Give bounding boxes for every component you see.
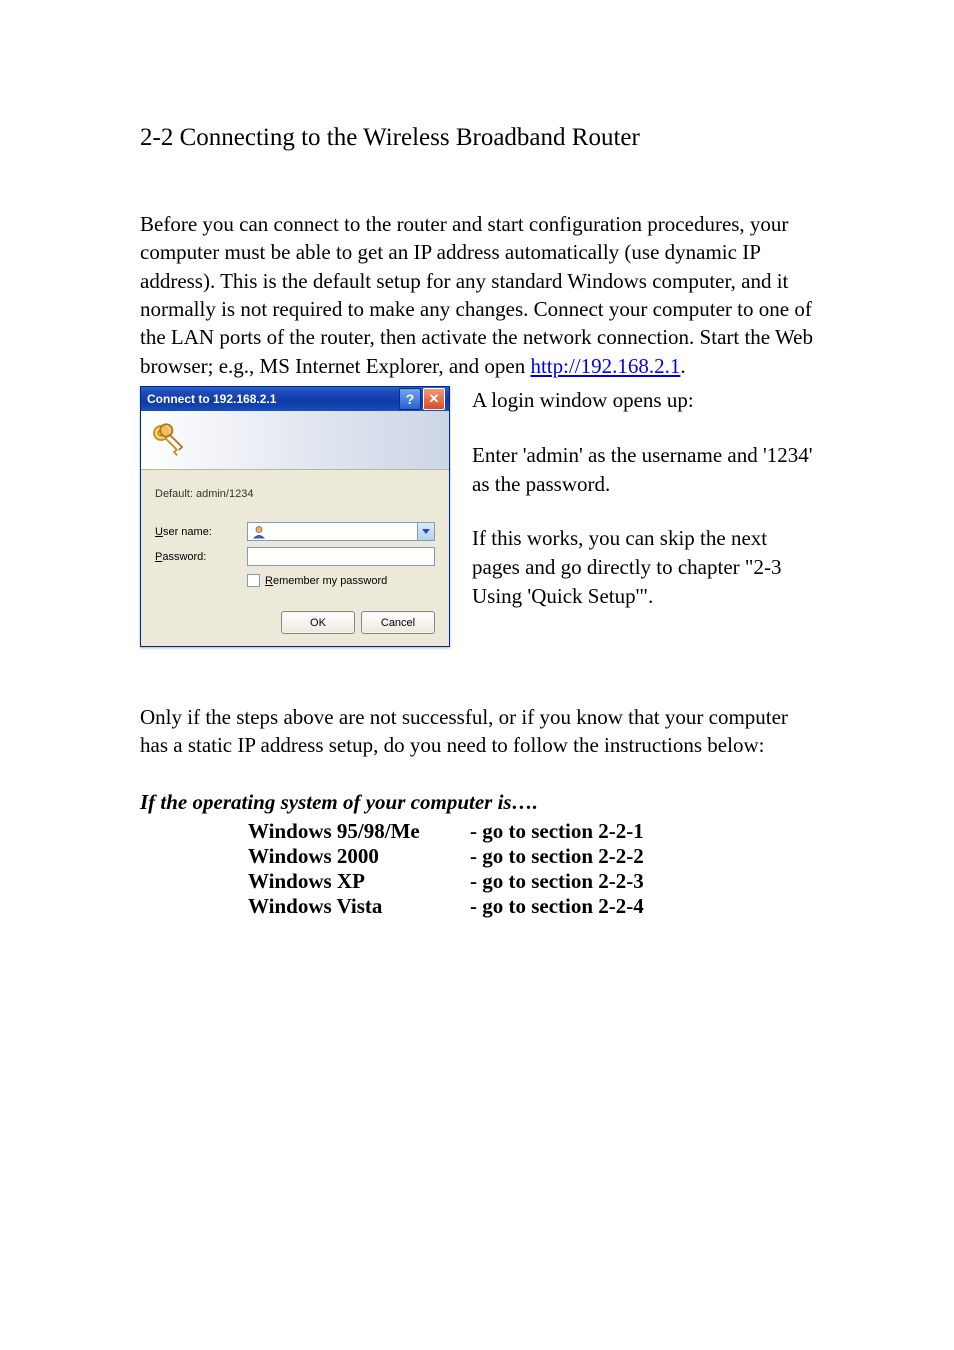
username-label: User name: [155,526,247,538]
chevron-down-icon[interactable] [417,523,434,540]
os-row: Windows 2000 - go to section 2-2-2 [248,844,814,869]
dialog-banner [141,411,449,470]
remember-label: Remember my password [265,575,387,587]
after-dialog-paragraph: Only if the steps above are not successf… [140,703,814,760]
os-table: Windows 95/98/Me - go to section 2-2-1 W… [248,819,814,919]
ok-button[interactable]: OK [281,611,355,634]
dialog-title: Connect to 192.168.2.1 [147,392,399,406]
os-label: Windows XP [248,869,470,894]
os-heading: If the operating system of your computer… [140,790,814,815]
section-number: 2-2 [140,124,173,151]
section-title-text: Connecting to the Wireless Broadband Rou… [180,124,640,151]
os-row: Windows XP - go to section 2-2-3 [248,869,814,894]
side-p1: A login window opens up: [472,386,814,415]
dialog-body: Default: admin/1234 User name: [141,470,449,646]
password-label: Password: [155,551,247,563]
default-credentials-hint: Default: admin/1234 [155,488,435,500]
os-label: Windows Vista [248,894,470,919]
side-p3: If this works, you can skip the next pag… [472,524,814,610]
os-label: Windows 95/98/Me [248,819,470,844]
os-row: Windows 95/98/Me - go to section 2-2-1 [248,819,814,844]
login-dialog: Connect to 192.168.2.1 ? ✕ [140,386,450,647]
os-ref: - go to section 2-2-4 [470,894,644,919]
os-ref: - go to section 2-2-3 [470,869,644,894]
side-instructions: A login window opens up: Enter 'admin' a… [450,386,814,637]
remember-password-row[interactable]: Remember my password [247,574,435,587]
remember-checkbox[interactable] [247,574,260,587]
help-icon[interactable]: ? [399,388,421,410]
dialog-titlebar: Connect to 192.168.2.1 ? ✕ [141,387,449,411]
keys-icon [147,419,189,461]
intro-period: . [680,354,685,378]
os-ref: - go to section 2-2-2 [470,844,644,869]
user-icon [250,524,268,540]
password-input[interactable] [247,547,435,566]
os-ref: - go to section 2-2-1 [470,819,644,844]
side-p2: Enter 'admin' as the username and '1234'… [472,441,814,499]
close-icon[interactable]: ✕ [423,388,445,410]
intro-text: Before you can connect to the router and… [140,212,813,378]
os-row: Windows Vista - go to section 2-2-4 [248,894,814,919]
section-heading: 2-2 Connecting to the Wireless Broadband… [140,124,814,152]
intro-paragraph: Before you can connect to the router and… [140,210,814,380]
username-input[interactable] [247,522,435,541]
cancel-button[interactable]: Cancel [361,611,435,634]
router-url-link[interactable]: http://192.168.2.1 [530,354,680,378]
os-label: Windows 2000 [248,844,470,869]
